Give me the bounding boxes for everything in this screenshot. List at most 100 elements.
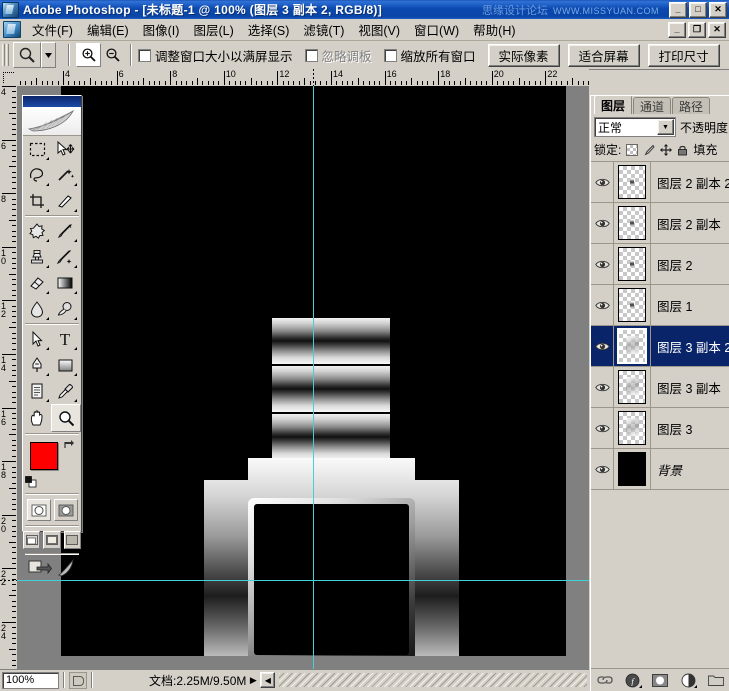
current-tool-zoom-icon[interactable] (13, 42, 41, 68)
eye-icon[interactable] (594, 300, 610, 311)
standard-screen-icon[interactable] (23, 531, 41, 549)
eye-icon[interactable] (594, 423, 610, 434)
hand-tool-icon[interactable] (23, 404, 51, 430)
layer-thumbnail[interactable] (618, 411, 646, 445)
eraser-tool-icon[interactable] (23, 270, 51, 296)
document-icon[interactable] (3, 21, 21, 38)
layer-thumbnail-cell[interactable] (614, 285, 651, 325)
options-bar-grip[interactable] (2, 44, 10, 66)
notes-tool-icon[interactable] (23, 378, 51, 404)
gradient-tool-icon[interactable] (51, 270, 79, 296)
brush-tool-icon[interactable] (51, 218, 79, 244)
layer-thumbnail-cell[interactable] (614, 203, 651, 243)
blur-tool-icon[interactable] (23, 296, 51, 322)
doc-minimize-button[interactable]: _ (668, 22, 686, 38)
standard-mode-icon[interactable] (26, 499, 51, 521)
layer-visibility-toggle[interactable] (591, 449, 614, 489)
zoom-in-icon[interactable] (76, 43, 101, 67)
layer-row[interactable]: 图层 3 (591, 408, 729, 449)
eye-icon[interactable] (594, 464, 610, 475)
foreground-color-swatch[interactable] (30, 442, 58, 470)
layer-row[interactable]: 图层 2 (591, 244, 729, 285)
print-size-button[interactable]: 打印尺寸 (647, 43, 720, 67)
tab-channels[interactable]: 通道 (633, 97, 672, 114)
lock-image-icon[interactable] (643, 144, 655, 156)
chevron-down-icon[interactable]: ▼ (656, 119, 674, 135)
lock-all-icon[interactable] (677, 144, 688, 156)
layer-thumbnail-cell[interactable] (614, 162, 651, 202)
vertical-ruler[interactable]: 4 6 8 1 0 1 2 1 4 1 6 1 8 2 0 2 2 2 4 (0, 86, 18, 690)
eye-icon[interactable] (594, 259, 610, 270)
menu-layer[interactable]: 图层(L) (186, 18, 240, 41)
marquee-tool-icon[interactable] (23, 136, 51, 162)
checkbox-resize-window[interactable]: 调整窗口大小以满屏显示 (138, 46, 293, 65)
checkbox-resize-window-box[interactable] (138, 48, 151, 62)
layer-thumbnail-cell[interactable] (614, 244, 651, 284)
checkbox-zoom-all-windows-box[interactable] (383, 48, 397, 62)
quickmask-mode-icon[interactable] (53, 499, 78, 521)
toolbox-extra-icon[interactable] (56, 559, 76, 577)
layer-mask-button[interactable] (651, 672, 669, 689)
layer-row[interactable]: 图层 3 副本 2 (591, 326, 729, 367)
layer-thumbnail[interactable] (618, 165, 646, 199)
pen-tool-icon[interactable] (23, 352, 51, 378)
zoom-out-icon[interactable] (101, 44, 124, 66)
new-group-button[interactable] (707, 672, 725, 689)
fit-screen-button[interactable]: 适合屏幕 (567, 43, 640, 67)
lock-position-icon[interactable] (660, 143, 673, 156)
status-play-arrow[interactable]: ▶ (246, 673, 260, 688)
menu-edit[interactable]: 编辑(E) (80, 18, 136, 41)
close-button[interactable]: ✕ (709, 2, 727, 18)
tab-paths[interactable]: 路径 (672, 97, 711, 114)
layer-row[interactable]: 图层 2 副本 2 (591, 162, 729, 203)
layer-visibility-toggle[interactable] (591, 326, 614, 366)
horizontal-ruler[interactable]: 4 6 8 10 12 14 16 18 20 22 (17, 69, 589, 87)
eyedropper-tool-icon[interactable] (51, 378, 79, 404)
jump-to-imageready-icon[interactable] (28, 559, 52, 577)
blend-mode-select[interactable]: 正常 ▼ (594, 117, 676, 137)
layer-visibility-toggle[interactable] (591, 408, 614, 448)
eye-icon[interactable] (594, 177, 610, 188)
checkbox-zoom-all-windows[interactable]: 缩放所有窗口 (383, 46, 476, 65)
layer-visibility-toggle[interactable] (591, 244, 614, 284)
ruler-corner[interactable] (0, 69, 18, 87)
move-tool-icon[interactable] (51, 136, 79, 162)
slice-tool-icon[interactable] (51, 188, 79, 214)
default-colors-icon[interactable] (25, 476, 37, 488)
layer-thumbnail[interactable] (618, 288, 646, 322)
menu-filter[interactable]: 滤镜(T) (296, 18, 351, 41)
tab-layers[interactable]: 图层 (594, 95, 633, 114)
eye-icon[interactable] (594, 218, 610, 229)
layer-thumbnail[interactable] (618, 247, 646, 281)
zoom-level-input[interactable]: 100% (2, 671, 59, 689)
layer-row[interactable]: 图层 3 副本 (591, 367, 729, 408)
menu-window[interactable]: 窗口(W) (407, 18, 466, 41)
fullscreen-icon[interactable] (63, 531, 81, 549)
tool-preset-dropdown[interactable] (41, 42, 56, 68)
layer-row[interactable]: 图层 1 (591, 285, 729, 326)
lock-transparency-icon[interactable] (626, 143, 639, 156)
doc-restore-button[interactable]: ❐ (688, 22, 706, 38)
link-layers-button[interactable] (596, 672, 614, 689)
toolbox-title-bar[interactable] (23, 96, 81, 107)
type-tool-icon[interactable]: T (51, 326, 79, 352)
layer-style-button[interactable]: f (624, 672, 642, 689)
layer-row[interactable]: 背景 (591, 449, 729, 490)
layer-thumbnail-cell[interactable] (614, 326, 651, 366)
layer-thumbnail[interactable] (618, 452, 646, 486)
menu-image[interactable]: 图像(I) (136, 18, 187, 41)
clone-stamp-tool-icon[interactable] (23, 244, 51, 270)
swap-colors-icon[interactable] (63, 438, 75, 450)
history-brush-tool-icon[interactable] (51, 244, 79, 270)
adjustment-layer-button[interactable] (679, 672, 698, 689)
dodge-tool-icon[interactable] (51, 296, 79, 322)
actual-pixels-button[interactable]: 实际像素 (487, 43, 560, 67)
zoom-tool-icon[interactable] (51, 404, 81, 432)
shape-tool-icon[interactable] (51, 352, 79, 378)
layer-thumbnail-cell[interactable] (614, 408, 651, 448)
path-selection-tool-icon[interactable] (23, 326, 51, 352)
canvas-scroll-area[interactable] (17, 86, 589, 690)
menu-view[interactable]: 视图(V) (351, 18, 407, 41)
menu-file[interactable]: 文件(F) (25, 18, 80, 41)
layer-visibility-toggle[interactable] (591, 367, 614, 407)
